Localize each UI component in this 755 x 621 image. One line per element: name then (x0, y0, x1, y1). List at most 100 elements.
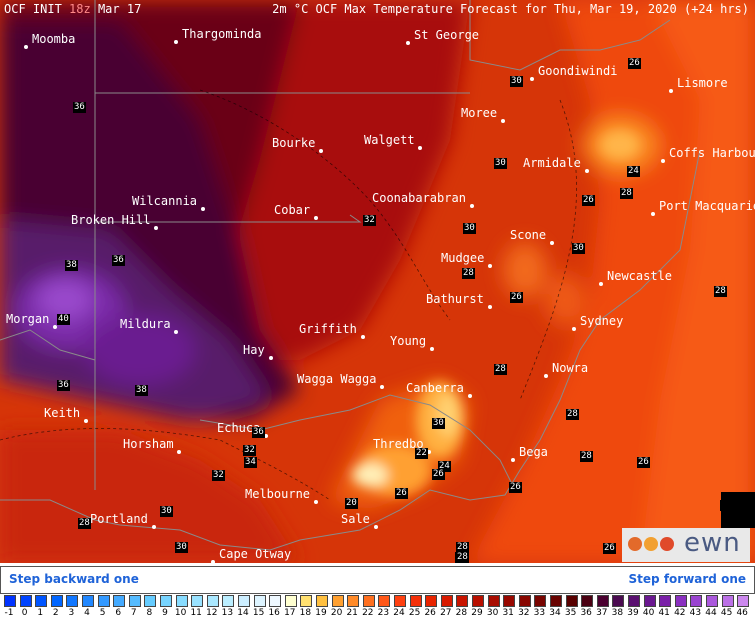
city-marker (467, 394, 472, 398)
legend-label: 26 (424, 608, 436, 618)
legend-label: 33 (533, 608, 546, 618)
legend-swatch (378, 595, 391, 607)
legend-label: 10 (174, 608, 187, 618)
step-backward-button[interactable]: Step backward one (9, 572, 139, 586)
legend-label: 16 (268, 608, 280, 618)
legend-swatch (534, 595, 547, 607)
legend-swatch (581, 595, 594, 607)
legend-swatch (518, 595, 531, 607)
contour-value-label: 28 (714, 286, 727, 297)
city-label: Walgett (364, 133, 415, 147)
city-label: Portland (90, 512, 148, 526)
contour-value-label: 28 (494, 364, 507, 375)
contour-value-label: 30 (175, 542, 188, 553)
logo-text: ewn (684, 528, 741, 558)
legend-swatch (550, 595, 562, 607)
legend-swatch (674, 595, 687, 607)
contour-value-label: 28 (566, 409, 579, 420)
contour-value-label: 20 (345, 498, 358, 509)
legend-swatch (409, 595, 422, 607)
city-marker (544, 374, 548, 378)
legend-label: 35 (564, 608, 577, 618)
city-label: Moree (461, 106, 498, 120)
city-marker (406, 41, 410, 45)
city-marker (661, 159, 665, 163)
legend-label: 15 (252, 608, 265, 618)
city-label: Horsham (123, 437, 174, 451)
legend-swatch (269, 595, 282, 607)
city-label: Moomba (32, 32, 76, 46)
legend-label: 34 (549, 608, 561, 618)
legend-swatch (425, 595, 438, 607)
city-marker (268, 356, 273, 360)
city-label: Mudgee (441, 251, 485, 265)
legend-swatch (35, 595, 48, 607)
legend-swatch (394, 595, 406, 607)
city-marker (599, 282, 603, 286)
run-hour: 18z (69, 2, 91, 16)
city-label: Coonabarabran (372, 191, 466, 205)
city-marker (430, 347, 434, 351)
legend-swatch (144, 595, 157, 607)
legend-label: 0 (21, 608, 28, 618)
contour-value-label: 30 (463, 223, 476, 234)
legend-label: 45 (720, 608, 733, 618)
city-marker (584, 169, 589, 173)
legend-swatch (596, 595, 609, 607)
legend-swatch (347, 595, 360, 607)
contour-value-label: 28 (462, 268, 475, 279)
contour-value-label: 28 (620, 188, 633, 199)
city-label: Wilcannia (132, 194, 198, 208)
contour-value-label: 26 (509, 482, 522, 493)
contour-value-label: 32 (212, 470, 225, 481)
contour-value-label: 24 (627, 166, 640, 177)
step-forward-button[interactable]: Step forward one (629, 572, 746, 586)
temperature-legend: -1 0 1 2 3 4 5 6 7 8 9 10 11 12 13 14 15 16 17 18 19 20 21 22 23… (0, 594, 755, 621)
legend-label: 38 (611, 608, 624, 618)
city-marker (313, 500, 318, 504)
legend-label: 37 (596, 608, 608, 618)
legend-swatch (50, 595, 63, 607)
city-marker (669, 89, 673, 93)
logo-circle (660, 537, 674, 551)
legend-label: 31 (502, 608, 514, 618)
contour-value-label: 26 (395, 488, 408, 499)
legend-label: 3 (68, 608, 75, 618)
contour-value-label: 36 (112, 255, 125, 266)
city-label: Cobar (274, 203, 311, 217)
city-label: Griffith (299, 322, 357, 336)
legend-label: 43 (689, 608, 702, 618)
legend-swatch (206, 595, 219, 607)
contour-value-label: 30 (572, 243, 585, 254)
city-label: Armidale (523, 156, 581, 170)
ewn-logo: ewn (622, 528, 750, 562)
contour-value-label: 36 (252, 427, 265, 438)
legend-label: 8 (146, 608, 153, 618)
city-marker (530, 77, 534, 81)
legend-label: 44 (705, 608, 717, 618)
city-marker (24, 45, 28, 49)
legend-label: 36 (580, 608, 592, 618)
legend-swatch (690, 595, 703, 607)
city-label: Wagga Wagga (297, 372, 377, 386)
legend-label: 23 (377, 608, 390, 618)
contour-value-label: 32 (363, 215, 376, 226)
city-marker (151, 525, 156, 529)
legend-label: 40 (642, 608, 655, 618)
city-marker (84, 419, 88, 423)
contour-value-label: 28 (78, 518, 91, 529)
legend-swatch (97, 595, 110, 607)
city-label: Bega (519, 445, 548, 459)
city-label: Cape Otway (219, 547, 292, 561)
legend-label: 32 (518, 608, 530, 618)
contour-value-label: 30 (432, 418, 445, 429)
legend-swatch (737, 595, 750, 607)
contour-value-label: 40 (57, 314, 70, 325)
city-label: Scone (510, 228, 547, 242)
forecast-map: OCF INIT 18z Mar 17 2m °C OCF Max Temper… (0, 0, 755, 563)
legend-label: 9 (162, 608, 168, 618)
city-marker (360, 335, 365, 339)
legend-swatch (66, 595, 79, 607)
legend-swatch (331, 595, 344, 607)
map-header: OCF INIT 18z Mar 17 2m °C OCF Max Temper… (0, 0, 755, 20)
